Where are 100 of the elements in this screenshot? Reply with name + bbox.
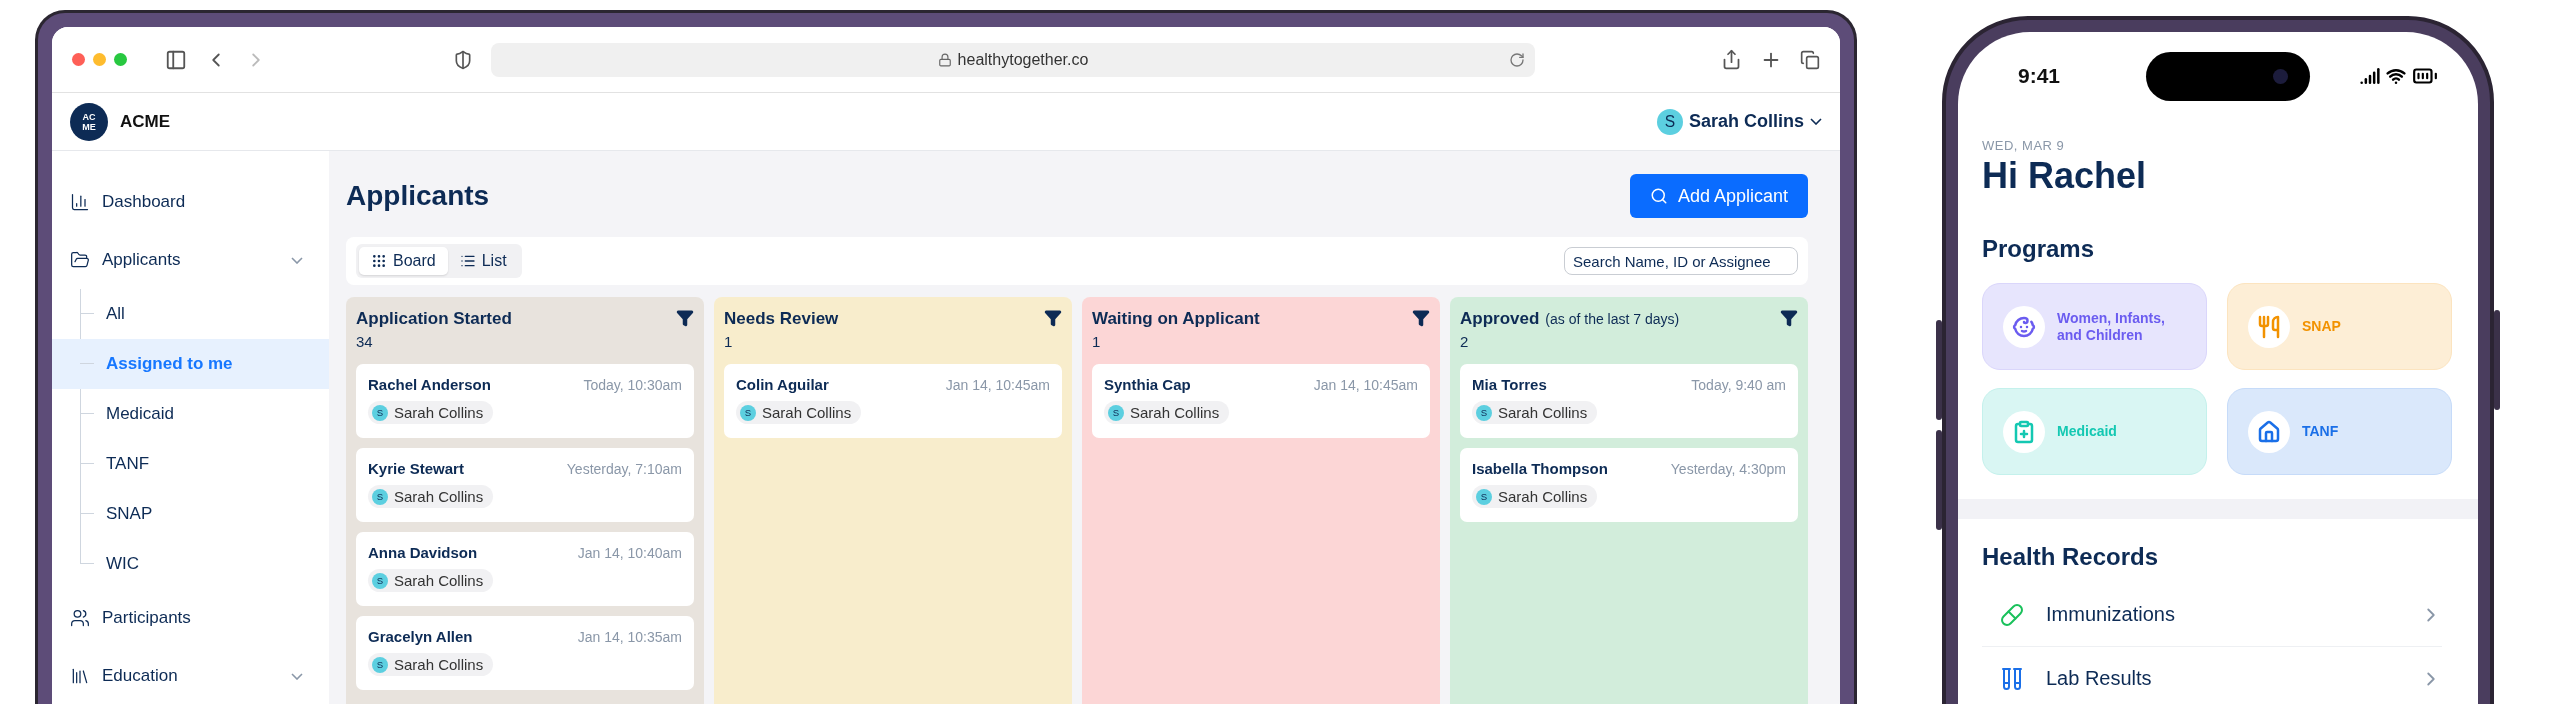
- signal-icon: [2360, 66, 2380, 86]
- timestamp: Today, 10:30am: [583, 376, 682, 393]
- search-icon: [1649, 187, 1668, 205]
- applicant-card[interactable]: Gracelyn Allen Jan 14, 10:35am S Sarah Collins: [356, 616, 694, 690]
- program-tile[interactable]: Women, Infants, and Children: [1982, 283, 2207, 370]
- filter-icon[interactable]: [1412, 309, 1430, 327]
- filter-icon[interactable]: [1780, 309, 1798, 327]
- assignee-avatar: S: [1476, 488, 1492, 505]
- column-count: 1: [724, 333, 734, 350]
- applicant-card[interactable]: Mia Torres Today, 9:40 am S Sarah Collins: [1460, 364, 1798, 438]
- view-tab[interactable]: Board: [359, 247, 448, 275]
- address-bar[interactable]: healthytogether.co: [491, 42, 1535, 77]
- chevron-down-icon: [1810, 118, 1822, 125]
- brand-name: ACME: [120, 111, 171, 132]
- sidebar-subitem[interactable]: SNAP: [52, 489, 329, 539]
- column-count: 2: [1460, 333, 1470, 350]
- applicant-card[interactable]: Colin Aguilar Jan 14, 10:45am S Sarah Collins: [724, 364, 1062, 438]
- record-row[interactable]: Immunizations: [1982, 583, 2442, 647]
- applicant-card[interactable]: Isabella Thompson Yesterday, 4:30pm S Sarah Collins: [1460, 448, 1798, 522]
- applicant-card[interactable]: Rachel Anderson Today, 10:30am S Sarah Collins: [356, 364, 694, 438]
- sidebar-item[interactable]: Applicants: [52, 231, 329, 289]
- applicant-name: Rachel Anderson: [368, 376, 491, 393]
- close-button[interactable]: [72, 53, 85, 66]
- sidebar-item[interactable]: Education: [52, 647, 329, 704]
- applicant-name: Mia Torres: [1472, 376, 1547, 393]
- applicant-card[interactable]: Synthia Cap Jan 14, 10:45am S Sarah Collins: [1092, 364, 1430, 438]
- timestamp: Jan 14, 10:45am: [945, 376, 1050, 393]
- sidebar-subitem[interactable]: TANF: [52, 439, 329, 489]
- pill-icon: [2000, 602, 2024, 627]
- sidebar-subitem[interactable]: All: [52, 289, 329, 339]
- baby-icon: [2012, 314, 2036, 339]
- assignee-name: Sarah Collins: [394, 488, 484, 505]
- sidebar-subitem[interactable]: Assigned to me: [52, 339, 329, 389]
- lock-icon: [937, 52, 952, 67]
- applicant-name: Isabella Thompson: [1472, 460, 1608, 477]
- assignee-avatar: S: [1476, 404, 1492, 421]
- assignee-name: Sarah Collins: [1498, 404, 1588, 421]
- wifi-icon: [2386, 66, 2406, 86]
- assignee-avatar: S: [372, 404, 388, 421]
- user-menu[interactable]: S Sarah Collins: [1656, 108, 1822, 135]
- sidebar-item[interactable]: Dashboard: [52, 173, 329, 231]
- filter-icon[interactable]: [676, 309, 694, 327]
- assignee-name: Sarah Collins: [394, 404, 484, 421]
- reload-icon[interactable]: [1509, 51, 1525, 68]
- assignee-avatar: S: [1108, 404, 1124, 421]
- people-icon: [70, 608, 90, 628]
- program-label: Medicaid: [2057, 423, 2117, 440]
- house-icon: [2257, 419, 2281, 444]
- sidebar-item[interactable]: Participants: [52, 589, 329, 647]
- timestamp: Yesterday, 7:10am: [566, 460, 682, 477]
- user-avatar: S: [1656, 108, 1683, 135]
- date-label: WED, MAR 9: [1982, 138, 2066, 153]
- applicant-card[interactable]: Anna Davidson Jan 14, 10:40am S Sarah Collins: [356, 532, 694, 606]
- view-tab[interactable]: List: [447, 247, 519, 275]
- timestamp: Yesterday, 4:30pm: [1670, 460, 1786, 477]
- timestamp: Today, 9:40 am: [1691, 376, 1786, 393]
- assignee-name: Sarah Collins: [394, 572, 484, 589]
- column-title: Application Started: [356, 309, 512, 329]
- sidebar-subitem[interactable]: Medicaid: [52, 389, 329, 439]
- applicant-name: Gracelyn Allen: [368, 628, 473, 645]
- assignee-name: Sarah Collins: [762, 404, 852, 421]
- clipboard-icon: [2012, 419, 2036, 444]
- search-field[interactable]: Search Name, ID or Assignee: [1564, 247, 1798, 275]
- filter-icon[interactable]: [1044, 309, 1062, 327]
- add-applicant-button[interactable]: Add Applicant: [1629, 174, 1808, 218]
- column-count: 1: [1092, 333, 1102, 350]
- section-title: Programs: [1982, 235, 2096, 263]
- record-row[interactable]: Lab Results: [1982, 647, 2442, 704]
- column-count: 34: [356, 333, 374, 350]
- assignee-avatar: S: [740, 404, 756, 421]
- tabs-icon[interactable]: [1800, 49, 1820, 70]
- applicant-name: Synthia Cap: [1104, 376, 1191, 393]
- column-title: Approved: [1460, 309, 1540, 329]
- books-icon: [70, 666, 90, 686]
- list-icon: [459, 253, 476, 269]
- test-tubes-icon: [2000, 666, 2024, 691]
- folder-icon: [70, 250, 90, 270]
- applicant-name: Anna Davidson: [368, 544, 478, 561]
- sidebar-subitem[interactable]: WIC: [52, 539, 329, 589]
- page-title: Applicants: [346, 180, 490, 212]
- column-title: Waiting on Applicant: [1092, 309, 1260, 329]
- shield-icon[interactable]: [453, 49, 473, 70]
- greeting: Hi Rachel: [1982, 155, 2148, 197]
- applicant-name: Kyrie Stewart: [368, 460, 464, 477]
- sidebar-toggle-icon[interactable]: [165, 48, 187, 71]
- timestamp: Jan 14, 10:35am: [577, 628, 682, 645]
- column-title: Needs Review: [724, 309, 839, 329]
- program-tile[interactable]: TANF: [2227, 388, 2452, 475]
- timestamp: Jan 14, 10:40am: [577, 544, 682, 561]
- assignee-avatar: S: [372, 488, 388, 505]
- fork-knife-icon: [2257, 314, 2281, 339]
- assignee-name: Sarah Collins: [1498, 488, 1588, 505]
- chart-icon: [70, 192, 90, 212]
- applicant-card[interactable]: Kyrie Stewart Yesterday, 7:10am S Sarah Collins: [356, 448, 694, 522]
- share-icon[interactable]: [1721, 49, 1742, 70]
- column-note: (as of the last 7 days): [1545, 311, 1680, 327]
- grid-icon: [371, 253, 387, 269]
- section-title: Health Records: [1982, 543, 2160, 571]
- assignee-name: Sarah Collins: [394, 656, 484, 673]
- status-time: 9:41: [2018, 64, 2062, 88]
